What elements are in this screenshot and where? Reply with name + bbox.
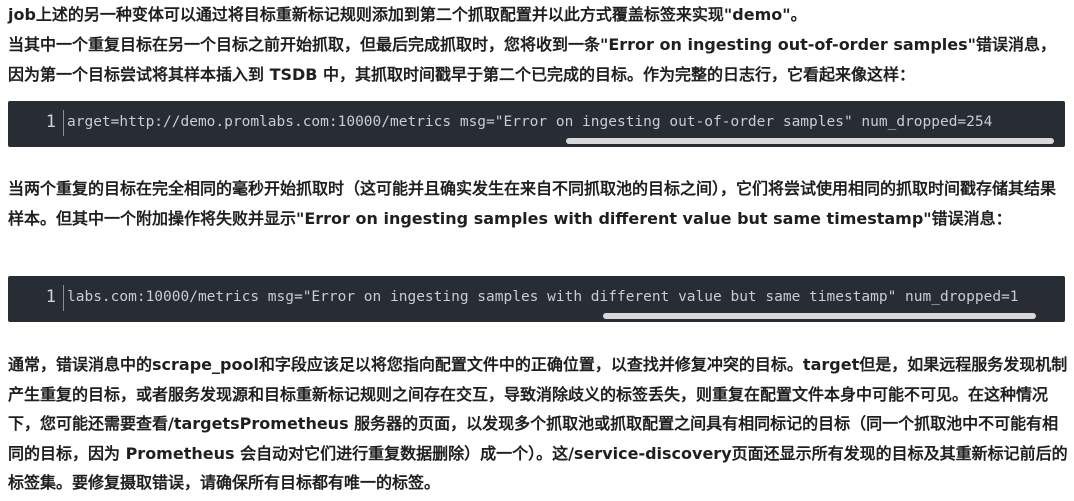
code-block-out-of-order[interactable]: 1 arget=http://demo.promlabs.com:10000/m… [8, 101, 1065, 147]
paragraph-intro: job上述的另一种变体可以通过将目标重新标记规则添加到第二个抓取配置并以此方式覆… [8, 5, 807, 24]
line-number: 1 [45, 112, 56, 132]
paragraph-same-timestamp: 当两个重复的目标在完全相同的毫秒开始抓取时（这可能并且确实发生在来自不同抓取池的… [8, 179, 1057, 228]
horizontal-scrollbar[interactable] [603, 313, 1036, 319]
gutter-divider [63, 110, 64, 136]
gutter-divider [63, 285, 64, 311]
code-block-same-timestamp[interactable]: 1 labs.com:10000/metrics msg="Error on i… [8, 276, 1065, 322]
paragraph-troubleshooting: 通常，错误消息中的scrape_pool和字段应该足以将您指向配置文件中的正确位… [8, 355, 1068, 492]
paragraph-out-of-order: 当其中一个重复目标在另一个目标之前开始抓取，但最后完成抓取时，您将收到一条"Er… [8, 35, 1056, 84]
horizontal-scrollbar[interactable] [566, 138, 1054, 144]
line-number: 1 [45, 287, 56, 307]
